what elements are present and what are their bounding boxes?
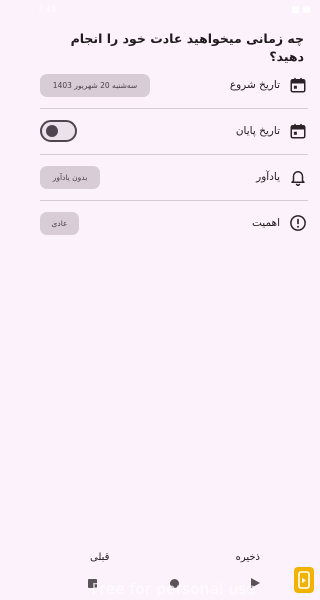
status-bar: 3:43 [28,0,320,18]
bottom-actions: ذخیره قبلی [28,548,320,570]
start-date-row[interactable]: تاریخ شروع سه‌شنبه 20 شهریور 1403 [40,62,308,108]
app-logo-icon [294,567,314,593]
save-button[interactable]: ذخیره [236,552,260,563]
bell-icon [288,167,308,187]
importance-row[interactable]: اهمیت عادی [40,200,308,246]
end-date-label: تاریخ پایان [235,125,280,137]
start-date-chip[interactable]: سه‌شنبه 20 شهریور 1403 [40,73,150,97]
battery-icon [303,5,310,13]
wifi-icon [292,5,299,13]
end-date-row[interactable]: تاریخ پایان [40,108,308,154]
reminder-label: یادآور [256,171,280,183]
start-date-label: تاریخ شروع [229,79,280,91]
importance-chip[interactable]: عادی [40,211,79,235]
reminder-row[interactable]: یادآور بدون یادآور [40,154,308,200]
toggle-knob [46,125,58,137]
system-icons [292,5,310,13]
previous-button[interactable]: قبلی [90,552,109,563]
calendar-icon [288,121,308,141]
alert-icon [288,213,308,233]
importance-label: اهمیت [251,217,280,229]
page-title: چه زمانی میخواهید عادت خود را انجام دهید… [70,31,304,64]
status-time: 3:43 [38,4,56,14]
end-date-toggle[interactable] [40,120,77,142]
watermark: Free for personal use [91,580,257,598]
calendar-icon [288,75,308,95]
reminder-chip[interactable]: بدون یادآور [40,165,100,189]
